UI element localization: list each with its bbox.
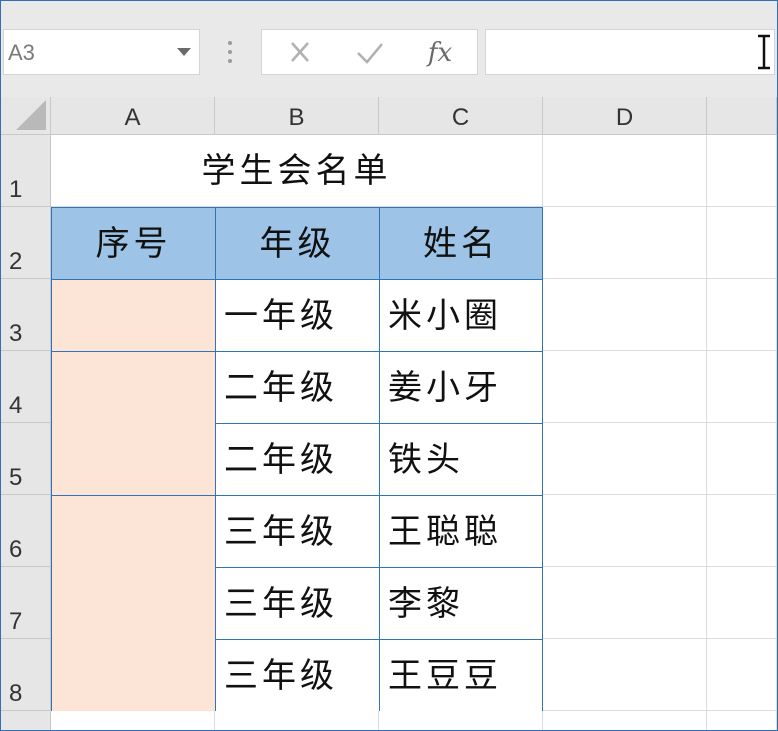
grade-cell[interactable]: 三年级 — [215, 639, 380, 712]
header-name[interactable]: 姓名 — [379, 207, 543, 280]
cell-e3[interactable] — [707, 279, 777, 351]
column-header-d[interactable]: D — [543, 97, 707, 135]
select-all-button[interactable] — [1, 97, 51, 135]
cell-e8[interactable] — [707, 639, 777, 711]
column-header-b[interactable]: B — [215, 97, 379, 135]
grade-cell[interactable]: 二年级 — [215, 351, 380, 424]
row-header-1[interactable]: 1 — [1, 135, 51, 207]
grade-cell[interactable]: 三年级 — [215, 567, 380, 640]
formula-toolbar: A3 fx — [1, 1, 777, 97]
header-grade[interactable]: 年级 — [215, 207, 380, 280]
header-grade-label: 年级 — [259, 224, 336, 264]
name-cell[interactable]: 王豆豆 — [379, 639, 543, 712]
header-serial[interactable]: 序号 — [51, 207, 216, 280]
cell-d7[interactable] — [543, 567, 707, 639]
cell-e2[interactable] — [707, 207, 777, 279]
cell-d8[interactable] — [543, 639, 707, 711]
name-cell[interactable]: 王聪聪 — [379, 495, 543, 568]
name-cell[interactable]: 米小圈 — [379, 279, 543, 352]
insert-function-button[interactable]: fx — [420, 36, 460, 70]
select-all-icon — [16, 100, 46, 130]
name-box-value: A3 — [8, 40, 35, 65]
cancel-icon[interactable] — [280, 36, 320, 70]
drag-handle-icon[interactable] — [227, 39, 233, 65]
name-cell[interactable]: 姜小牙 — [379, 351, 543, 424]
cell-c9[interactable] — [379, 711, 543, 730]
merged-serial-grade-3[interactable] — [51, 495, 216, 712]
cell-e9[interactable] — [707, 711, 777, 730]
cell-e6[interactable] — [707, 495, 777, 567]
merged-serial-grade-1[interactable] — [51, 279, 216, 352]
header-serial-label: 序号 — [95, 224, 172, 264]
column-header-c[interactable]: C — [379, 97, 543, 135]
text-cursor-icon — [758, 34, 770, 70]
excel-window: A3 fx A B C D 1 2 3 4 5 6 7 8 学生会名单 序号 年… — [0, 0, 778, 731]
cell-a9[interactable] — [51, 711, 215, 730]
cell-e4[interactable] — [707, 351, 777, 423]
row-header-4[interactable]: 4 — [1, 351, 51, 423]
grade-cell[interactable]: 二年级 — [215, 423, 380, 496]
name-cell[interactable]: 铁头 — [379, 423, 543, 496]
cell-d2[interactable] — [543, 207, 707, 279]
cell-e5[interactable] — [707, 423, 777, 495]
row-header-5[interactable]: 5 — [1, 423, 51, 495]
row-header-9[interactable] — [1, 711, 51, 730]
formula-buttons: fx — [261, 29, 478, 75]
row-header-6[interactable]: 6 — [1, 495, 51, 567]
chevron-down-icon[interactable] — [177, 48, 191, 56]
formula-input[interactable] — [485, 29, 775, 75]
sheet-title: 学生会名单 — [201, 151, 392, 191]
cell-e7[interactable] — [707, 567, 777, 639]
name-cell[interactable]: 李黎 — [379, 567, 543, 640]
grade-cell[interactable]: 三年级 — [215, 495, 380, 568]
column-header-e[interactable] — [707, 97, 777, 135]
cell-e1[interactable] — [707, 135, 777, 207]
row-header-7[interactable]: 7 — [1, 567, 51, 639]
cell-d1[interactable] — [543, 135, 707, 207]
grade-cell[interactable]: 一年级 — [215, 279, 380, 352]
column-header-a[interactable]: A — [51, 97, 215, 135]
name-box[interactable]: A3 — [3, 29, 200, 75]
row-header-3[interactable]: 3 — [1, 279, 51, 351]
spreadsheet-grid: A B C D 1 2 3 4 5 6 7 8 学生会名单 序号 年级 姓名 一… — [1, 97, 777, 730]
cell-d9[interactable] — [543, 711, 707, 730]
title-cell[interactable]: 学生会名单 — [51, 135, 543, 207]
cell-d4[interactable] — [543, 351, 707, 423]
row-header-2[interactable]: 2 — [1, 207, 51, 279]
cell-d6[interactable] — [543, 495, 707, 567]
cell-d3[interactable] — [543, 279, 707, 351]
cell-b9[interactable] — [215, 711, 379, 730]
row-header-8[interactable]: 8 — [1, 639, 51, 711]
cell-d5[interactable] — [543, 423, 707, 495]
merged-serial-grade-2[interactable] — [51, 351, 216, 496]
check-icon[interactable] — [350, 36, 390, 70]
header-name-label: 姓名 — [423, 224, 499, 264]
